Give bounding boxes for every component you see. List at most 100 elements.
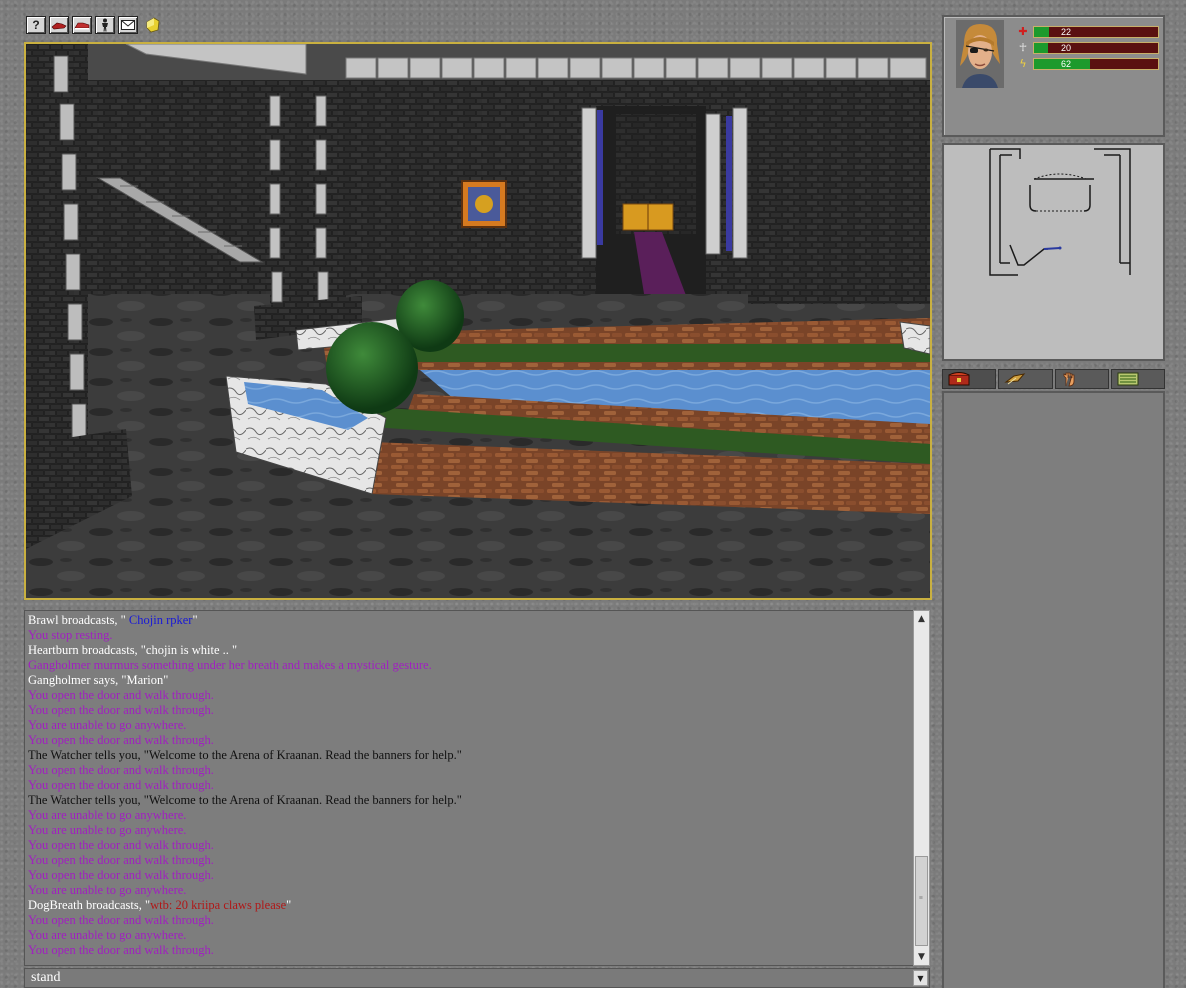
chat-line: You open the door and walk through.: [28, 943, 927, 958]
chat-line: You are unable to go anywhere.: [28, 883, 927, 898]
run-button[interactable]: [72, 16, 92, 34]
mail-icon: [121, 20, 135, 30]
chat-line: You are unable to go anywhere.: [28, 823, 927, 838]
command-value: stand: [31, 970, 61, 985]
stamina-stat: ϟ 62: [1016, 57, 1159, 71]
character-icon: [102, 18, 108, 32]
chat-segment: Heartburn broadcasts, "chojin is white .…: [28, 643, 238, 657]
chat-scrollbar[interactable]: ▲ ≡ ▼: [913, 610, 930, 966]
chat-segment: You are unable to go anywhere.: [28, 808, 187, 822]
lightning-icon: ϟ: [1019, 57, 1027, 70]
chat-segment: You open the door and walk through.: [28, 838, 214, 852]
chat-line: You stop resting.: [28, 628, 927, 643]
tab-equipment[interactable]: [1054, 369, 1109, 389]
mana-stat: ☥ 20: [1016, 41, 1159, 55]
avatar[interactable]: [956, 20, 1004, 88]
chat-line: You are unable to go anywhere.: [28, 718, 927, 733]
help-button[interactable]: ?: [26, 16, 46, 34]
chat-segment: You open the door and walk through.: [28, 778, 214, 792]
chat-line: You open the door and walk through.: [28, 778, 927, 793]
stamina-bar: 62: [1033, 58, 1159, 70]
list-icon: [1117, 372, 1139, 386]
help-icon: ?: [32, 18, 40, 32]
health-value: 22: [1061, 27, 1072, 37]
health-stat: ✚ 22: [1016, 25, 1159, 39]
character-panel: ✚ 22 ☥ 20 ϟ 62: [942, 15, 1165, 137]
inventory-panel[interactable]: [942, 391, 1165, 988]
chat-segment: You open the door and walk through.: [28, 868, 214, 882]
chat-segment: wtb: 20 kriipa claws please: [150, 898, 287, 912]
panel-tabs: [942, 369, 1165, 389]
scroll-down-icon[interactable]: ▼: [914, 949, 929, 965]
chat-segment: You open the door and walk through.: [28, 853, 214, 867]
mana-fill: [1034, 43, 1048, 53]
chat-segment: ": [286, 898, 292, 912]
chat-line: You open the door and walk through.: [28, 853, 927, 868]
chat-line: Gangholmer murmurs something under her b…: [28, 658, 927, 673]
chat-segment: You are unable to go anywhere.: [28, 823, 187, 837]
scroll-up-icon[interactable]: ▲: [914, 611, 929, 627]
chat-segment: You are unable to go anywhere.: [28, 928, 187, 942]
chat-segment: You open the door and walk through.: [28, 688, 214, 702]
chat-segment: Gangholmer says, "Marion": [28, 673, 169, 687]
chat-line: You open the door and walk through.: [28, 733, 927, 748]
chat-segment: You stop resting.: [28, 628, 113, 642]
chest-icon: [948, 372, 970, 386]
chat-line: The Watcher tells you, "Welcome to the A…: [28, 793, 927, 808]
chat-segment: DogBreath broadcasts, ": [28, 898, 151, 912]
chat-segment: You open the door and walk through.: [28, 913, 214, 927]
chat-segment: You open the door and walk through.: [28, 763, 214, 777]
mana-bar: 20: [1033, 42, 1159, 54]
chat-line: You open the door and walk through.: [28, 703, 927, 718]
game-viewport[interactable]: [24, 42, 932, 600]
chat-segment: Brawl broadcasts, ": [28, 613, 129, 627]
spellbook-icon: [1004, 373, 1026, 385]
chat-segment: You are unable to go anywhere.: [28, 718, 187, 732]
tab-inventory[interactable]: [942, 369, 997, 389]
sneak-icon: [51, 22, 67, 30]
run-icon: [74, 22, 90, 30]
chat-segment: You open the door and walk through.: [28, 703, 214, 717]
chat-segment: You open the door and walk through.: [28, 943, 214, 957]
hand-icon: [1063, 372, 1074, 387]
chat-line: You open the door and walk through.: [28, 913, 927, 928]
scene-render: [26, 44, 930, 598]
command-history-dropdown[interactable]: ▼: [913, 970, 928, 986]
chat-lines: Brawl broadcasts, " Chojin rpker" You sto…: [25, 611, 930, 960]
chat-segment: The Watcher tells you, "Welcome to the A…: [28, 748, 462, 762]
chat-segment: Gangholmer murmurs something under her b…: [28, 658, 432, 672]
chat-segment: You are unable to go anywhere.: [28, 883, 187, 897]
chat-segment: Chojin rpker: [128, 613, 193, 627]
chat-line: You open the door and walk through.: [28, 838, 927, 853]
chat-segment: The Watcher tells you, "Welcome to the A…: [28, 793, 462, 807]
chat-line: You open the door and walk through.: [28, 763, 927, 778]
tab-skills[interactable]: [998, 369, 1053, 389]
heart-icon: ✚: [1018, 25, 1028, 38]
portrait-image: [960, 24, 1000, 88]
minimap[interactable]: [942, 143, 1165, 361]
tab-macros[interactable]: [1110, 369, 1165, 389]
chat-line: You are unable to go anywhere.: [28, 808, 927, 823]
chat-segment: You open the door and walk through.: [28, 733, 214, 747]
stamina-value: 62: [1061, 59, 1072, 69]
scroll-thumb[interactable]: ≡: [915, 856, 928, 946]
chat-line: Gangholmer says, "Marion": [28, 673, 927, 688]
mail-button[interactable]: [118, 16, 138, 34]
command-input[interactable]: stand ▼: [24, 968, 930, 988]
character-button[interactable]: [95, 16, 115, 34]
ankh-icon: ☥: [1018, 41, 1028, 54]
health-bar: 22: [1033, 26, 1159, 38]
gem-icon[interactable]: [144, 16, 162, 34]
chat-line: Heartburn broadcasts, "chojin is white .…: [28, 643, 927, 658]
chat-log[interactable]: Brawl broadcasts, " Chojin rpker" You sto…: [24, 610, 930, 966]
health-fill: [1034, 27, 1049, 37]
chat-line: Brawl broadcasts, " Chojin rpker": [28, 613, 927, 628]
mana-value: 20: [1061, 43, 1072, 53]
chat-segment: ": [192, 613, 198, 627]
toolbar: ?: [26, 16, 162, 36]
minimap-drawing: [944, 145, 1163, 359]
chat-line: You open the door and walk through.: [28, 688, 927, 703]
chat-line: You are unable to go anywhere.: [28, 928, 927, 943]
chat-line: DogBreath broadcasts, "wtb: 20 kriipa cl…: [28, 898, 927, 913]
sneak-button[interactable]: [49, 16, 69, 34]
